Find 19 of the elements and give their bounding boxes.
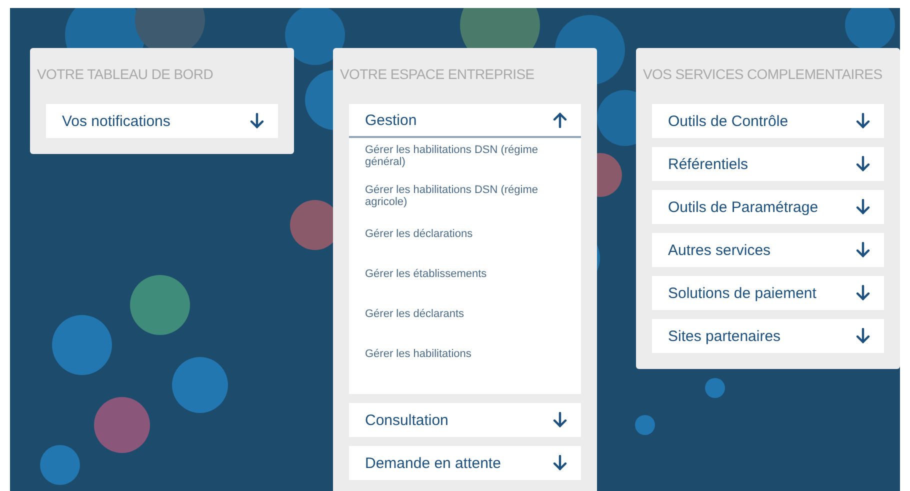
- panel-title: VOTRE TABLEAU DE BORD: [37, 66, 214, 82]
- arrow-down-icon: [553, 455, 567, 471]
- panel-title: VOS SERVICES COMPLEMENTAIRES: [643, 66, 884, 82]
- arrow-down-icon: [553, 412, 567, 428]
- menu-link[interactable]: Gérer les habilitations DSN (régime agricole): [365, 184, 555, 208]
- arrow-down-icon: [856, 285, 870, 301]
- arrow-down-icon: [856, 156, 870, 172]
- panel-title: VOTRE ESPACE ENTREPRISE: [340, 66, 536, 82]
- arrow-down-icon: [856, 113, 870, 129]
- arrow-down-icon: [856, 328, 870, 344]
- arrow-up-icon: [553, 112, 567, 128]
- menu-link[interactable]: Gérer les déclarants: [365, 308, 555, 320]
- menu-link[interactable]: Gérer les établissements: [365, 268, 555, 280]
- arrow-down-icon: [856, 242, 870, 258]
- menu-link[interactable]: Gérer les habilitations DSN (régime général): [365, 144, 555, 168]
- arrow-down-icon: [856, 199, 870, 215]
- arrow-down-icon: [250, 113, 264, 129]
- menu-link[interactable]: Gérer les déclarations: [365, 228, 555, 240]
- menu-link[interactable]: Gérer les habilitations: [365, 348, 555, 360]
